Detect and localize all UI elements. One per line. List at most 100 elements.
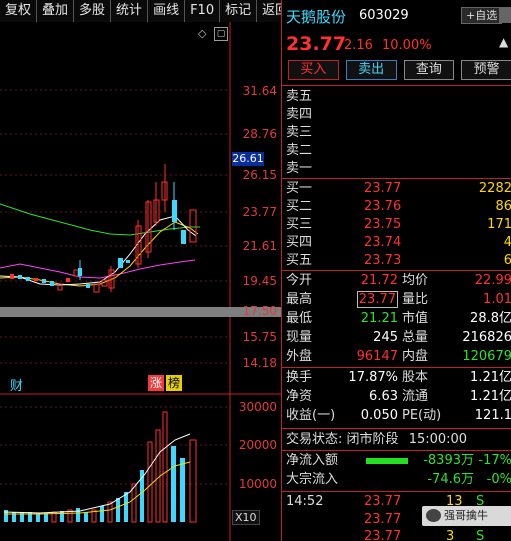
ma60-line	[0, 203, 200, 236]
quote-label: 量比	[402, 292, 429, 307]
quote-value: 245	[373, 330, 398, 345]
toolbar-mark-button[interactable]: 标记	[220, 0, 258, 22]
quote-row: 净资 6.63 流通 1.21亿	[286, 388, 511, 406]
quote-label: 最高	[286, 292, 313, 307]
divider	[282, 85, 511, 86]
bid-volume: 2282	[478, 181, 511, 196]
alert-button[interactable]: 预警	[461, 60, 511, 80]
bid-price: 23.76	[364, 199, 402, 214]
kline-chart[interactable]: ◇ ▢ 31.64 28.76 26.15 23.77 21.61 19.45 …	[0, 22, 281, 541]
zoom-icon[interactable]: ▢	[214, 27, 228, 41]
bid-price: 23.75	[364, 217, 402, 232]
quote-label: 市值	[402, 311, 429, 326]
bid-row: 买一 23.77 2282	[286, 180, 511, 197]
quote-label: 外盘	[286, 349, 313, 364]
toolbar-multi-stock-button[interactable]: 多股	[74, 0, 112, 22]
quote-label: 均价	[402, 273, 429, 288]
trade-status-label: 交易状态:	[286, 432, 343, 447]
ma5-line	[0, 215, 197, 286]
watermark: 强哥擒牛	[422, 506, 511, 526]
quote-row: 最高 23.77 量比 1.01	[286, 291, 511, 309]
quote-value: 6.63	[369, 389, 398, 404]
bell-icon[interactable]: ▲	[499, 35, 511, 51]
volume-ma10-line	[4, 461, 191, 515]
quote-value: 0.050	[360, 408, 398, 423]
settings-icon[interactable]	[499, 7, 511, 23]
ask-label: 卖三	[286, 125, 313, 140]
bid-price: 23.74	[364, 235, 402, 250]
quote-row: 外盘 96147 内盘 120679	[286, 348, 511, 366]
quote-row: 现量 245 总量 216826	[286, 329, 511, 347]
add-watchlist-button[interactable]: +自选	[461, 7, 503, 24]
price-row: 23.77 2.16 10.00% ▲	[286, 33, 511, 55]
trade-status-time: 15:00:00	[408, 432, 468, 447]
quote-label: 股本	[402, 370, 429, 385]
price-axis-label: 17.50	[242, 304, 277, 318]
sell-button[interactable]: 卖出	[345, 60, 397, 80]
quote-value: 1.21亿	[470, 389, 511, 404]
price-axis-label: 23.77	[242, 205, 277, 219]
tick-side: S	[476, 529, 485, 541]
quote-label: 收益(一)	[286, 408, 336, 423]
toolbar-overlay-button[interactable]: 叠加	[37, 0, 75, 22]
ask-label: 卖四	[286, 107, 313, 122]
diamond-icon[interactable]: ◇	[198, 28, 210, 40]
bid-label: 买四	[286, 235, 313, 250]
query-button[interactable]: 查询	[403, 60, 455, 80]
quote-value: 1.21亿	[470, 370, 511, 385]
flow-value: -74.6万	[427, 472, 474, 487]
panel-separator	[0, 307, 281, 317]
toolbar-f10-button[interactable]: F10	[185, 0, 221, 22]
quote-row: 今开 21.72 均价 22.99	[286, 272, 511, 290]
volume-axis-label: 20000	[238, 438, 277, 452]
price-axis-label: 15.75	[242, 330, 277, 344]
ask-row: 卖三	[286, 124, 511, 141]
quote-row: 换手 17.87% 股本 1.21亿	[286, 369, 511, 387]
volume-axis-label: 10000	[238, 477, 277, 491]
limit-up-tag[interactable]: 涨	[148, 375, 164, 391]
quote-value: 21.72	[360, 273, 398, 288]
finance-tag[interactable]: 财	[10, 375, 23, 394]
toolbar-draw-line-button[interactable]: 画线	[148, 0, 186, 22]
ask-row: 卖一	[286, 160, 511, 177]
quote-value: 96147	[356, 349, 398, 364]
tick-time: 14:52	[286, 494, 324, 509]
tick-price: 23.77	[364, 512, 402, 527]
volume-ma5-line	[3, 433, 191, 514]
tick-price: 23.77	[364, 494, 402, 509]
rank-tag[interactable]: 榜	[166, 375, 182, 391]
price-axis-label: 21.61	[242, 239, 277, 253]
bid-label: 买一	[286, 181, 313, 196]
ask-label: 卖一	[286, 161, 313, 176]
ask-row: 卖五	[286, 88, 511, 105]
flow-label: 大宗流入	[286, 472, 339, 487]
quote-value: 21.21	[360, 311, 398, 326]
divider	[282, 450, 511, 451]
quote-value: 216826	[462, 330, 511, 345]
bid-volume: 4	[504, 234, 511, 251]
quote-label: 内盘	[402, 349, 429, 364]
bid-label: 买三	[286, 217, 313, 232]
ma20-line	[0, 259, 196, 279]
price-axis-label: 19.45	[242, 274, 277, 288]
bid-volume: 6	[504, 252, 511, 269]
flow-value: -8393万	[423, 453, 474, 468]
stock-name: 天鹅股份	[286, 8, 347, 26]
action-row: 买入 卖出 查询 预警	[288, 60, 511, 80]
ask-row: 卖二	[286, 142, 511, 159]
buy-button[interactable]: 买入	[288, 60, 339, 80]
price-change: 2.16	[344, 38, 373, 53]
quote-value: 1.01	[483, 292, 511, 307]
toolbar-fuquan-button[interactable]: 复权	[0, 0, 38, 22]
quote-label: 今开	[286, 273, 313, 288]
toolbar-stats-button[interactable]: 统计	[111, 0, 149, 22]
bid-price: 23.73	[364, 253, 402, 268]
volume-bars	[4, 411, 197, 523]
quote-value: 17.87%	[348, 370, 398, 385]
chart-toolbar: 复权 叠加 多股 统计 画线 F10 标记 返回	[0, 0, 295, 22]
watermark-text: 强哥擒牛	[444, 509, 488, 522]
price-axis-label: 31.64	[242, 84, 277, 98]
kline-chart-canvas[interactable]	[0, 22, 281, 541]
price-axis-label: 28.76	[242, 127, 277, 141]
divider	[282, 270, 511, 271]
